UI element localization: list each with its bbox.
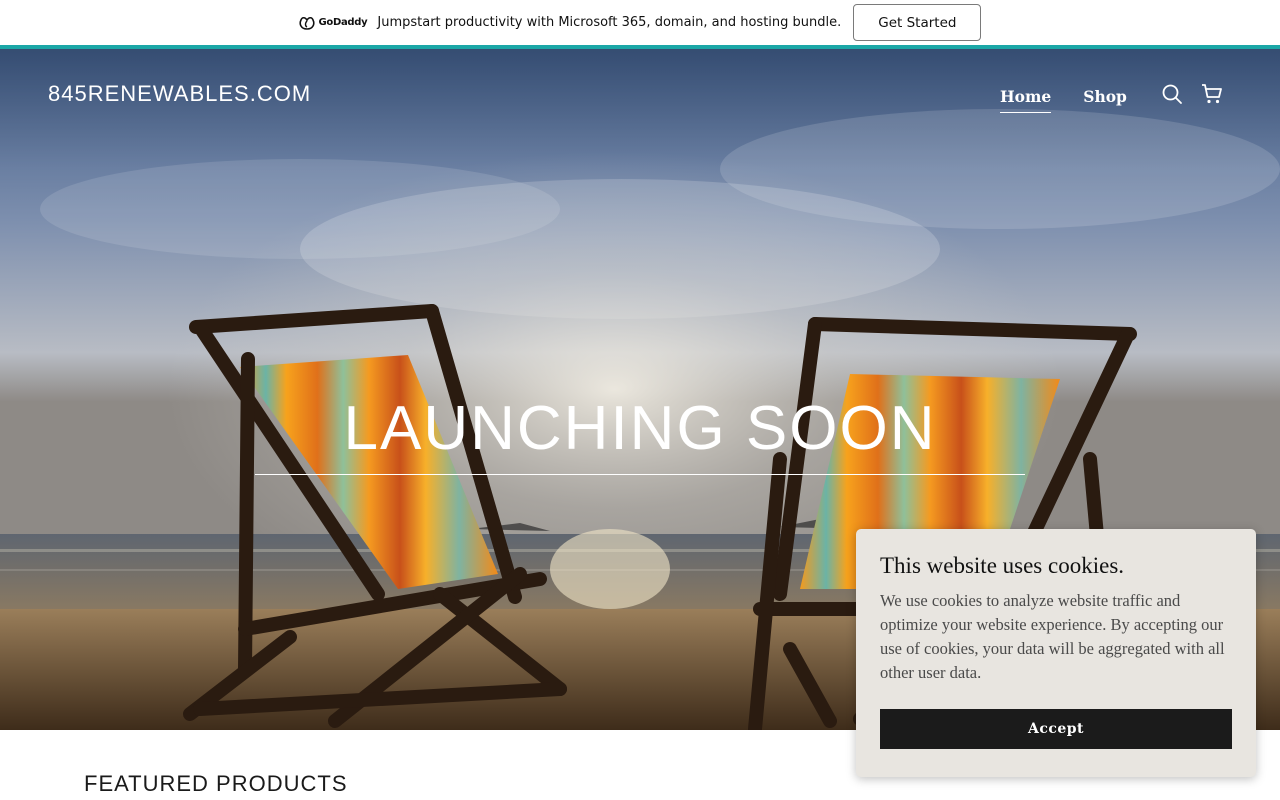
hero-divider	[255, 474, 1025, 475]
hero-heading: LAUNCHING SOON	[343, 394, 937, 463]
accept-cookies-button[interactable]: Accept	[880, 709, 1232, 749]
main-nav: Home Shop	[1000, 87, 1127, 113]
promo-message: Jumpstart productivity with Microsoft 36…	[377, 15, 842, 30]
get-started-button[interactable]: Get Started	[853, 4, 982, 41]
search-icon[interactable]	[1161, 83, 1183, 105]
nav-shop[interactable]: Shop	[1083, 87, 1127, 113]
cart-icon[interactable]	[1201, 83, 1223, 105]
site-title[interactable]: 845RENEWABLES.COM	[48, 81, 311, 107]
cookie-title: This website uses cookies.	[880, 553, 1125, 578]
cookie-body-text: We use cookies to analyze website traffi…	[880, 591, 1225, 682]
promo-bar: GoDaddy Jumpstart productivity with Micr…	[0, 0, 1280, 45]
godaddy-logo[interactable]: GoDaddy	[298, 16, 368, 30]
godaddy-icon	[298, 16, 315, 30]
godaddy-logo-text: GoDaddy	[318, 17, 368, 28]
featured-products-heading: FEATURED PRODUCTS	[84, 771, 348, 796]
cookie-banner: This website uses cookies. We use cookie…	[856, 529, 1256, 777]
nav-home[interactable]: Home	[1000, 87, 1052, 113]
